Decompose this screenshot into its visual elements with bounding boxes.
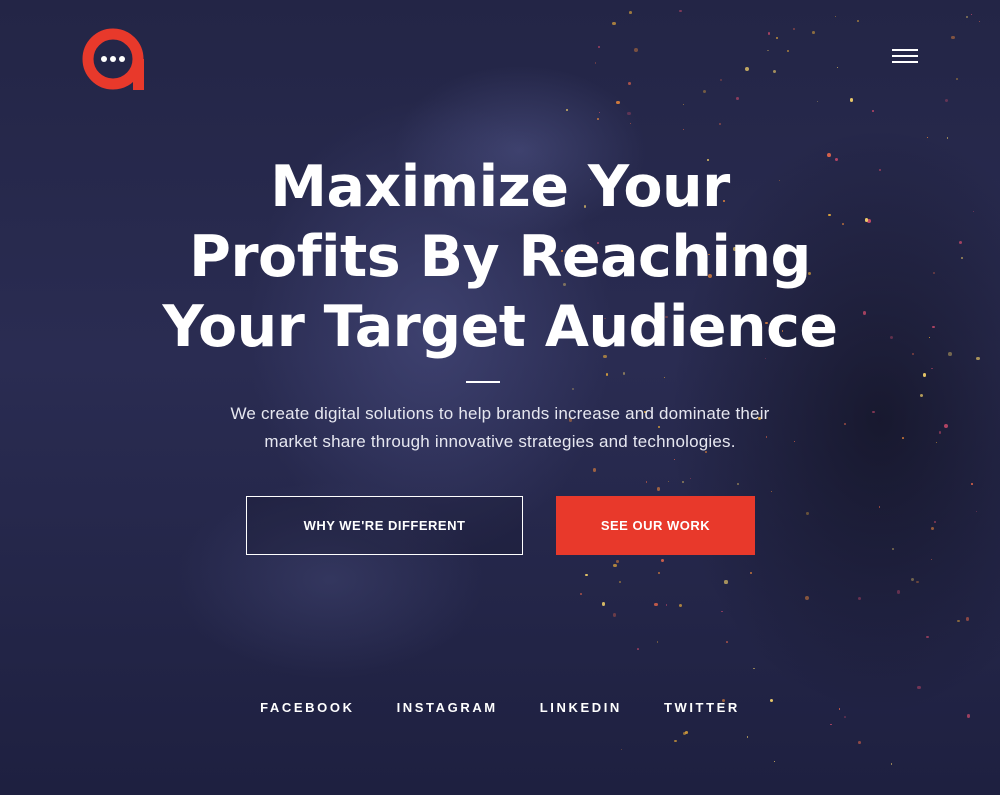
headline-line-3: Your Target Audience bbox=[162, 294, 838, 360]
social-link-instagram[interactable]: INSTAGRAM bbox=[397, 700, 498, 715]
headline-divider bbox=[466, 381, 500, 383]
hamburger-menu-icon[interactable] bbox=[892, 49, 918, 65]
brand-logo[interactable] bbox=[82, 28, 148, 90]
social-link-facebook[interactable]: FACEBOOK bbox=[260, 700, 354, 715]
see-our-work-button[interactable]: SEE OUR WORK bbox=[556, 496, 755, 555]
headline-line-1: Maximize Your bbox=[270, 154, 730, 220]
hero-headline: Maximize Your Profits By Reaching Your T… bbox=[100, 152, 900, 362]
subtitle-line-2: market share through innovative strategi… bbox=[264, 432, 736, 451]
social-link-linkedin[interactable]: LINKEDIN bbox=[540, 700, 622, 715]
headline-line-2: Profits By Reaching bbox=[189, 224, 811, 290]
social-links: FACEBOOK INSTAGRAM LINKEDIN TWITTER bbox=[0, 700, 1000, 715]
why-different-button[interactable]: WHY WE'RE DIFFERENT bbox=[246, 496, 523, 555]
subtitle-line-1: We create digital solutions to help bran… bbox=[230, 404, 770, 423]
hero-subtitle: We create digital solutions to help bran… bbox=[180, 400, 820, 456]
glitter-overlay bbox=[0, 0, 1000, 795]
social-link-twitter[interactable]: TWITTER bbox=[664, 700, 740, 715]
